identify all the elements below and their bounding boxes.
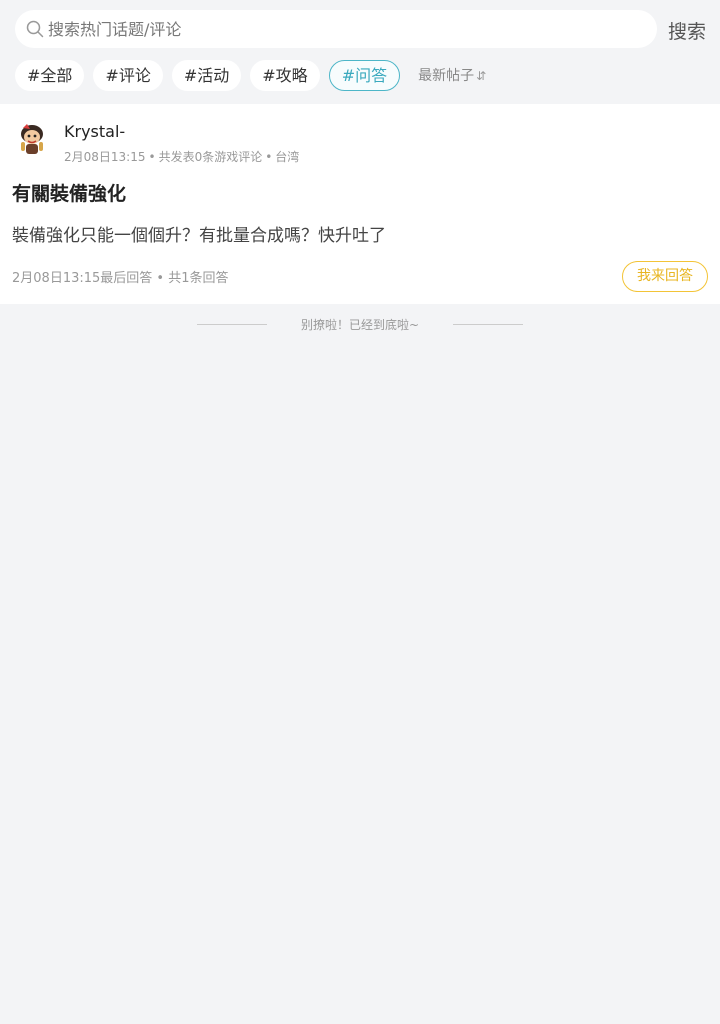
sort-toggle[interactable]: 最新帖子 ⇵ bbox=[418, 65, 486, 85]
tag-filter-bar: #全部 #评论 #活动 #攻略 #问答 最新帖子 ⇵ bbox=[15, 59, 486, 91]
username[interactable]: Krystal- bbox=[64, 122, 125, 141]
tag-guides[interactable]: #攻略 bbox=[250, 59, 320, 91]
answer-button[interactable]: 我来回答 bbox=[622, 261, 708, 292]
divider-right bbox=[453, 323, 524, 325]
review-count: 共发表0条游戏评论 bbox=[158, 150, 263, 164]
region: 台湾 bbox=[275, 150, 300, 164]
end-text: 别撩啦！已经到底啦~ bbox=[300, 317, 420, 332]
search-input[interactable] bbox=[48, 19, 628, 39]
search-button[interactable]: 搜索 bbox=[668, 17, 706, 44]
tag-all[interactable]: #全部 bbox=[15, 59, 85, 91]
search-icon bbox=[26, 20, 44, 38]
top-bar: 搜索 #全部 #评论 #活动 #攻略 #问答 最新帖子⇵ bbox=[0, 0, 720, 104]
post-meta: 2月08日13:15 • 共发表0条游戏评论 • 台湾 bbox=[64, 148, 299, 165]
search-box[interactable] bbox=[15, 10, 657, 48]
sort-label: 最新帖子 bbox=[418, 68, 475, 84]
meta-separator: • bbox=[265, 150, 273, 164]
post-card[interactable]: Krystal- 2月08日13:15 • 共发表0条游戏评论 • 台湾 有關裝備強化 … bbox=[0, 104, 720, 304]
post-footer: 2月08日13:15最后回答 • 共1条回答 bbox=[12, 267, 229, 286]
footer-separator: • bbox=[156, 271, 169, 286]
meta-separator: • bbox=[148, 150, 156, 164]
last-reply-time: 2月08日13:15最后回答 bbox=[12, 271, 153, 286]
sort-arrows-icon: ⇵ bbox=[476, 69, 487, 83]
post-body[interactable]: 裝備強化只能一個個升？有批量合成嗎？快升吐了 bbox=[12, 221, 386, 246]
tag-qa[interactable]: #问答 bbox=[328, 59, 401, 91]
end-of-list: 别撩啦！已经到底啦~ bbox=[0, 304, 720, 344]
tag-events[interactable]: #活动 bbox=[171, 59, 242, 91]
avatar[interactable] bbox=[12, 120, 52, 160]
divider-left bbox=[196, 323, 267, 325]
reply-count: 共1条回答 bbox=[168, 271, 229, 286]
tag-reviews[interactable]: #评论 bbox=[93, 59, 163, 91]
post-title[interactable]: 有關裝備強化 bbox=[12, 179, 126, 206]
post-date: 2月08日13:15 bbox=[64, 150, 146, 164]
